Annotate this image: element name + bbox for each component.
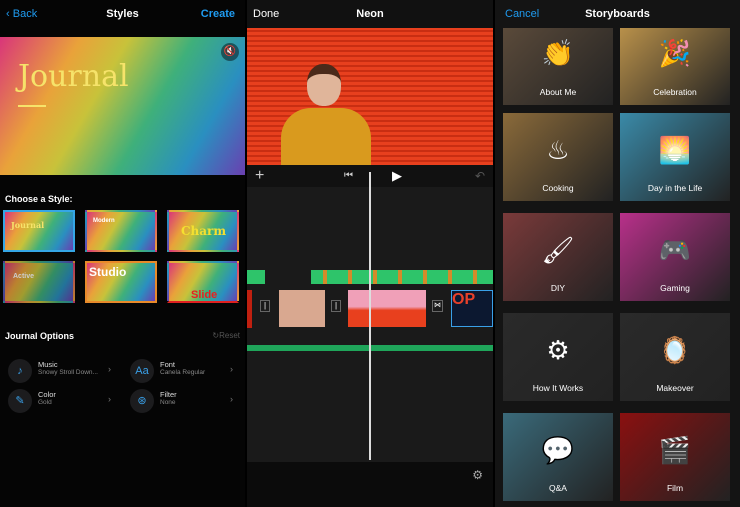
storyboard-icon: ♨ — [546, 135, 570, 165]
storyboard-icon: 🎬 — [658, 435, 692, 465]
undo-icon[interactable]: ↶ — [475, 169, 485, 183]
storyboards-header: Cancel Storyboards — [495, 0, 740, 28]
person-figure — [275, 58, 375, 165]
storyboard-label: Gaming — [660, 283, 690, 293]
storyboard-diy[interactable]: 🖌 DIY — [503, 213, 613, 301]
preview-underline — [18, 105, 46, 107]
styles-header: ‹ Back Styles Create — [0, 0, 245, 28]
reset-label: Reset — [219, 331, 240, 340]
open-sign-clip[interactable]: OP — [451, 290, 493, 327]
styles-panel: ‹ Back Styles Create Journal 🔇 Choose a … — [0, 0, 245, 507]
style-label: Journal — [11, 220, 45, 230]
video-preview[interactable] — [247, 28, 493, 165]
font-option[interactable]: Aa Font Canela Regular › — [122, 357, 237, 385]
add-icon[interactable]: + — [255, 167, 264, 185]
transition-icon[interactable]: ⋈ — [432, 300, 443, 312]
storyboard-label: How It Works — [532, 383, 584, 393]
option-value: None — [160, 399, 176, 406]
face-clip[interactable] — [279, 290, 325, 327]
style-label: Studio — [89, 265, 127, 279]
color-option[interactable]: ✎ Color Gold › — [0, 387, 115, 415]
chevron-right-icon: › — [230, 364, 233, 374]
option-label: Font — [160, 360, 176, 369]
storyboard-label: Celebration — [653, 87, 697, 97]
storyboard-label: Film — [666, 483, 684, 493]
option-value: Gold — [38, 399, 52, 406]
transition-icon[interactable]: | — [260, 300, 270, 312]
storyboard-cooking[interactable]: ♨ Cooking — [503, 113, 613, 201]
style-journal[interactable]: Journal — [3, 210, 75, 252]
bottom-bar: ⚙ — [247, 462, 493, 507]
storyboard-icon: 👏 — [541, 38, 575, 68]
style-label: Modern — [93, 218, 115, 224]
storyboard-gaming[interactable]: 🎮 Gaming — [620, 213, 730, 301]
choose-style-label: Choose a Style: — [5, 194, 73, 204]
style-label: Slide — [191, 289, 218, 301]
storyboard-label: DIY — [550, 283, 566, 293]
reset-button[interactable]: ↻Reset — [212, 331, 240, 340]
filter-option[interactable]: ⊛ Filter None › — [122, 387, 237, 415]
chevron-right-icon: › — [108, 394, 111, 404]
option-label: Music — [38, 360, 58, 369]
option-label: Color — [38, 390, 56, 399]
font-icon: Aa — [130, 359, 154, 383]
preview-title: Journal — [18, 59, 129, 94]
skip-start-icon[interactable]: ⏮ — [344, 170, 353, 181]
style-preview: Journal 🔇 — [0, 37, 245, 175]
storyboard-label: Makeover — [656, 383, 694, 393]
storyboard-icon: 🖌 — [541, 235, 575, 265]
style-slide[interactable]: Slide — [167, 261, 239, 303]
storyboard-day-in-the-life[interactable]: 🌅 Day in the Life — [620, 113, 730, 201]
storyboard-icon: ⚙ — [546, 335, 570, 365]
video-clip[interactable] — [247, 270, 265, 284]
chevron-right-icon: › — [108, 364, 111, 374]
option-value: Snowy Stroll Down... — [38, 369, 98, 376]
storyboards-title: Storyboards — [585, 8, 650, 20]
storyboard-icon: 🌅 — [658, 135, 692, 165]
project-title: Neon — [356, 8, 384, 20]
storyboard-label: Day in the Life — [647, 183, 703, 193]
storyboards-panel: Cancel Storyboards 👏 About Me 🎉 Celebration… — [495, 0, 740, 507]
video-clip[interactable] — [247, 290, 252, 328]
music-note-icon: ♪ — [8, 359, 32, 383]
mute-icon[interactable]: 🔇 — [221, 43, 239, 61]
play-icon[interactable]: ▶ — [392, 168, 402, 184]
option-label: Filter — [160, 390, 177, 399]
storyboard-how-it-works[interactable]: ⚙ How It Works — [503, 313, 613, 401]
green-screen-clip[interactable] — [311, 270, 493, 284]
music-option[interactable]: ♪ Music Snowy Stroll Down... › — [0, 357, 115, 385]
style-studio[interactable]: Studio — [85, 261, 157, 303]
style-charm[interactable]: Charm — [167, 210, 239, 252]
chevron-right-icon: › — [230, 394, 233, 404]
storyboard-icon: 🪞 — [658, 335, 692, 365]
playhead[interactable] — [369, 172, 371, 460]
storyboard-film[interactable]: 🎬 Film — [620, 413, 730, 501]
create-button[interactable]: Create — [201, 8, 235, 20]
storyboard-about-me[interactable]: 👏 About Me — [503, 28, 613, 105]
settings-icon[interactable]: ⚙ — [472, 468, 483, 482]
eyedropper-icon: ✎ — [8, 389, 32, 413]
transition-icon[interactable]: | — [331, 300, 341, 312]
style-label: Charm — [181, 224, 227, 238]
storyboard-label: Cooking — [542, 183, 574, 193]
style-modern[interactable]: Modern — [85, 210, 157, 252]
storyboard-label: About Me — [539, 87, 577, 97]
filter-icon: ⊛ — [130, 389, 154, 413]
storyboard-icon: 💬 — [541, 435, 575, 465]
storyboard-celebration[interactable]: 🎉 Celebration — [620, 28, 730, 105]
options-title: Journal Options — [5, 331, 75, 341]
style-label: Active — [13, 273, 35, 280]
style-active[interactable]: Active — [3, 261, 75, 303]
storyboard-icon: 🎉 — [658, 38, 692, 68]
storyboard-label: Q&A — [549, 483, 567, 493]
option-value: Canela Regular — [160, 369, 206, 376]
storyboard-q-a[interactable]: 💬 Q&A — [503, 413, 613, 501]
storyboard-makeover[interactable]: 🪞 Makeover — [620, 313, 730, 401]
editor-panel: Done Neon + ⏮ ▶ ↶ | | ⋈ OP ⚙ — [247, 0, 493, 507]
editor-header: Done Neon — [247, 0, 493, 28]
neon-clip[interactable] — [348, 290, 426, 327]
storyboard-icon: 🎮 — [658, 235, 692, 265]
